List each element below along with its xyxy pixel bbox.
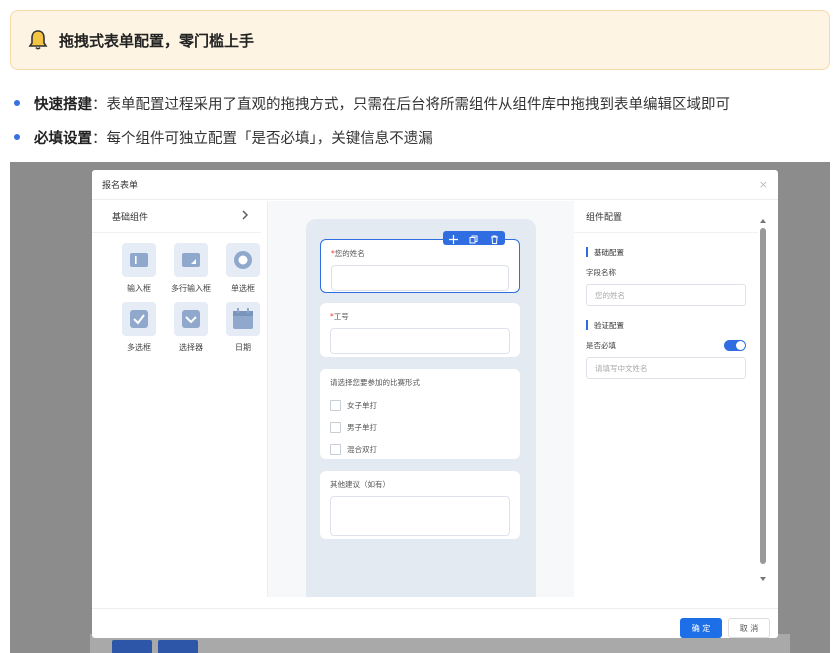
feature-text: ：每个组件可独立配置「是否必填」，关键信息不遗漏	[92, 130, 433, 147]
radio-icon	[226, 243, 260, 277]
banner: 拖拽式表单配置，零门槛上手	[10, 10, 830, 70]
modal-footer: 确 定 取 消	[92, 608, 778, 638]
background-button	[112, 640, 152, 653]
scrollbar-thumb[interactable]	[760, 228, 766, 564]
field-label: *工号	[330, 312, 349, 321]
checkbox[interactable]	[330, 399, 341, 411]
field-name-input[interactable]: 您的姓名	[586, 284, 746, 306]
id-input[interactable]	[330, 328, 510, 354]
component-label: 日期	[235, 343, 251, 352]
field-label: 请选择您要参加的比赛形式	[330, 378, 420, 387]
required-row: 是否必填	[574, 340, 746, 351]
component-checkbox[interactable]: 多选框	[114, 302, 164, 353]
feature-item: 快速搭建 ：表单配置过程采用了直观的拖拽方式，只需在后台将所需组件从组件库中拖拽…	[14, 88, 834, 118]
component-radio[interactable]: 单选框	[218, 243, 268, 294]
component-label: 输入框	[127, 284, 151, 293]
field-suggest[interactable]: 其他建议（如有）	[320, 471, 520, 539]
feature-list: 快速搭建 ：表单配置过程采用了直观的拖拽方式，只需在后台将所需组件从组件库中拖拽…	[14, 88, 834, 156]
checkbox-option[interactable]: 混合双打	[330, 438, 510, 460]
form-modal: 报名表单 × 基础组件 输入框 多行输入框 单选框 多选框 选择器 日期 *您的…	[92, 170, 778, 638]
select-icon	[174, 302, 208, 336]
component-panel-title: 基础组件	[112, 213, 149, 223]
chevron-right-icon[interactable]	[241, 210, 249, 223]
component-panel: 基础组件 输入框 多行输入框 单选框 多选框 选择器 日期	[92, 201, 268, 597]
feature-label: 快速搭建	[34, 96, 92, 113]
required-toggle[interactable]	[724, 340, 746, 351]
modal-title: 报名表单	[102, 181, 139, 191]
suggest-textarea[interactable]	[330, 496, 510, 536]
component-input[interactable]: 输入框	[114, 243, 164, 294]
form-canvas: *您的姓名 *工号 请选择您要参加的比赛形式 女子单打 男子单打 混合双打 其他…	[268, 201, 574, 597]
delete-icon[interactable]	[490, 229, 499, 248]
close-icon[interactable]: ×	[759, 178, 768, 191]
field-label: 其他建议（如有）	[330, 480, 390, 489]
modal-header: 报名表单 ×	[92, 170, 778, 200]
config-panel: 组件配置 基础配置 字段名称 您的姓名 验证配置 是否必填 请填写中文姓名	[574, 201, 778, 597]
section-validate: 验证配置	[586, 320, 778, 330]
screenshot-area: 报名表单 × 基础组件 输入框 多行输入框 单选框 多选框 选择器 日期 *您的…	[10, 162, 830, 653]
component-panel-header[interactable]: 基础组件	[92, 201, 261, 233]
component-label: 选择器	[179, 343, 203, 352]
component-date[interactable]: 日期	[218, 302, 268, 353]
component-grid: 输入框 多行输入框 单选框 多选框 选择器 日期	[92, 233, 267, 353]
bell-icon	[27, 29, 49, 51]
field-label: *您的姓名	[331, 249, 365, 258]
copy-icon[interactable]	[469, 229, 478, 248]
banner-title: 拖拽式表单配置，零门槛上手	[59, 31, 255, 50]
bullet-dot	[14, 134, 20, 140]
component-textarea[interactable]: 多行输入框	[166, 243, 216, 294]
form-preview: *您的姓名 *工号 请选择您要参加的比赛形式 女子单打 男子单打 混合双打 其他…	[306, 219, 536, 597]
calendar-icon	[226, 302, 260, 336]
field-name[interactable]: *您的姓名	[320, 231, 520, 293]
component-select[interactable]: 选择器	[166, 302, 216, 353]
config-panel-header: 组件配置	[574, 201, 758, 233]
move-icon[interactable]	[448, 229, 458, 248]
checkbox-option[interactable]: 男子单打	[330, 416, 510, 438]
cancel-button[interactable]: 取 消	[728, 618, 770, 638]
confirm-button[interactable]: 确 定	[680, 618, 722, 638]
scrollbar[interactable]	[760, 218, 766, 588]
scroll-down-icon[interactable]	[760, 576, 766, 582]
component-label: 单选框	[231, 284, 255, 293]
required-label: 是否必填	[586, 341, 616, 350]
field-toolbar	[443, 231, 505, 245]
feature-text: ：表单配置过程采用了直观的拖拽方式，只需在后台将所需组件从组件库中拖拽到表单编辑…	[92, 96, 730, 113]
textarea-icon	[174, 243, 208, 277]
placeholder-input[interactable]: 请填写中文姓名	[586, 357, 746, 379]
input-icon	[122, 243, 156, 277]
name-input[interactable]	[331, 265, 509, 291]
field-event[interactable]: 请选择您要参加的比赛形式 女子单打 男子单打 混合双打	[320, 369, 520, 459]
bullet-dot	[14, 100, 20, 106]
checkbox[interactable]	[330, 421, 341, 433]
checkbox[interactable]	[330, 443, 341, 455]
component-label: 多选框	[127, 343, 151, 352]
feature-item: 必填设置 ：每个组件可独立配置「是否必填」，关键信息不遗漏	[14, 122, 834, 152]
scroll-up-icon[interactable]	[760, 218, 766, 224]
config-panel-title: 组件配置	[586, 213, 623, 223]
background-button	[158, 640, 198, 653]
field-id[interactable]: *工号	[320, 303, 520, 357]
field-name-label: 字段名称	[586, 268, 616, 277]
component-label: 多行输入框	[171, 284, 211, 293]
section-basic: 基础配置	[586, 247, 778, 257]
checkbox-icon	[122, 302, 156, 336]
checkbox-option[interactable]: 女子单打	[330, 394, 510, 416]
feature-label: 必填设置	[34, 130, 92, 147]
